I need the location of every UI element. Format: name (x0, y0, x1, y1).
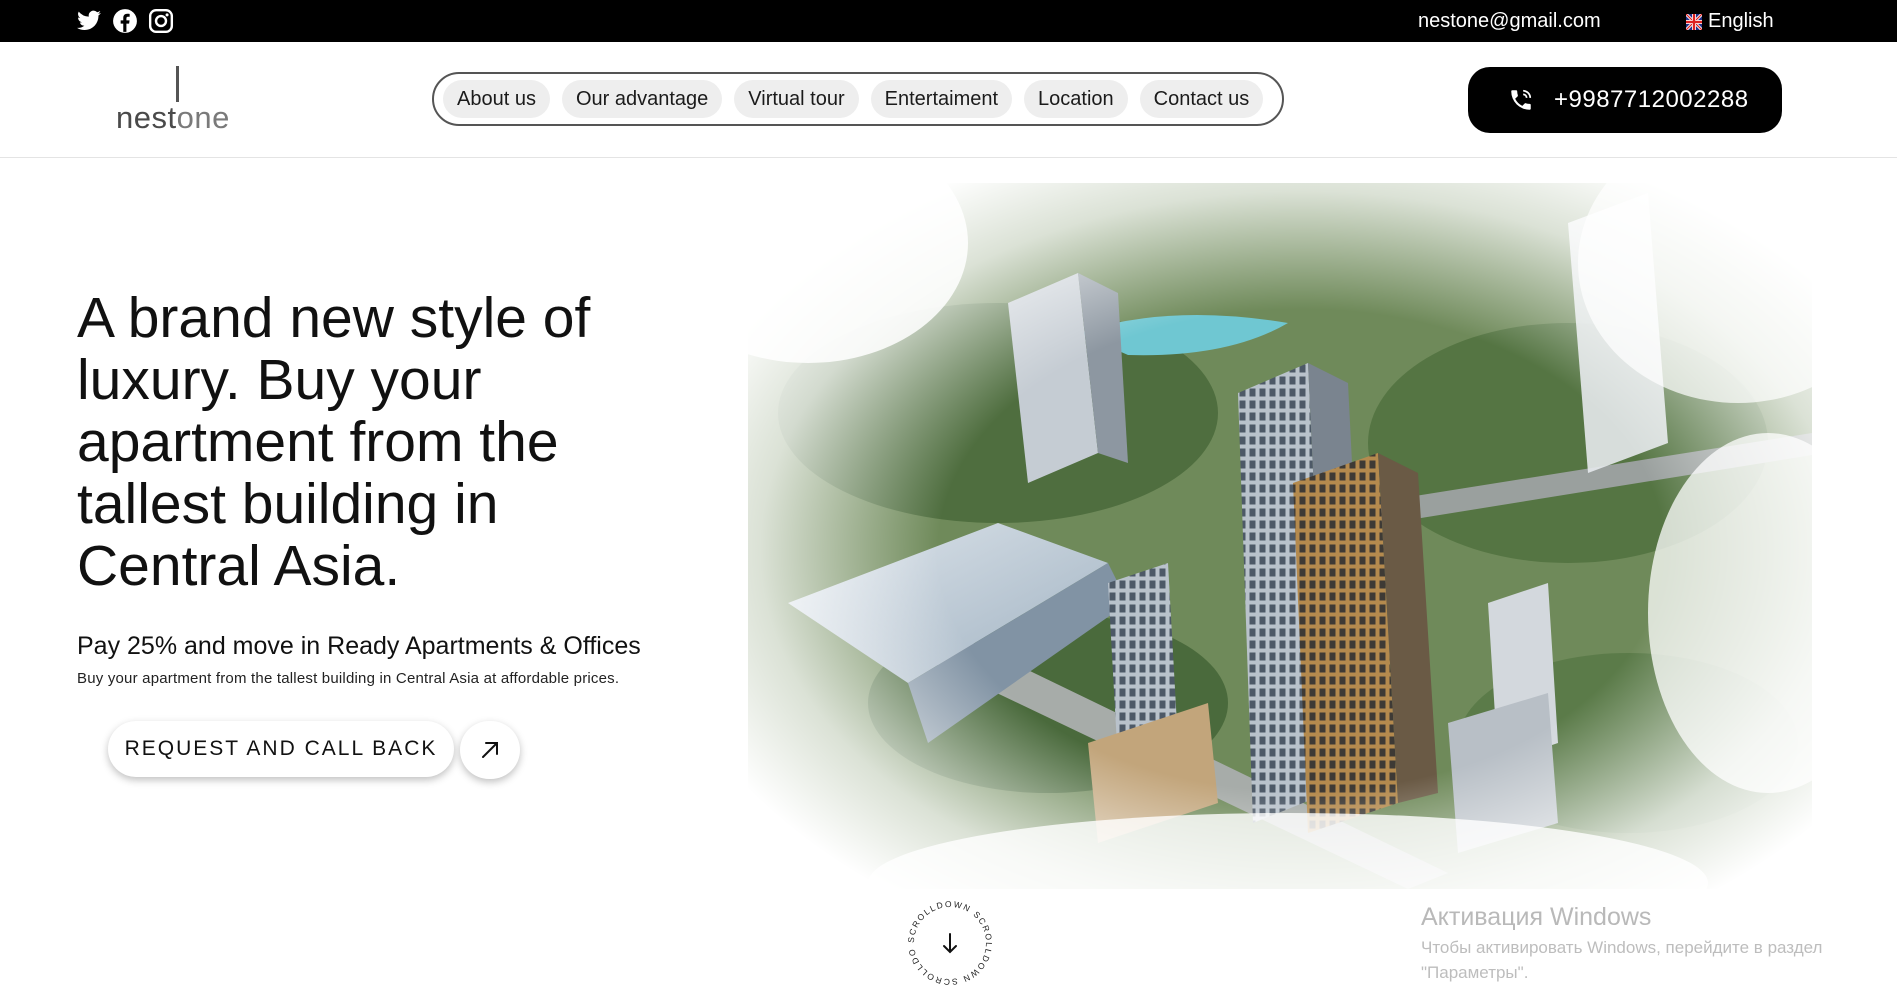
twitter-icon[interactable] (76, 8, 102, 34)
main-navigation: About us Our advantage Virtual tour Ente… (432, 72, 1284, 126)
cta-arrow-button[interactable] (460, 721, 520, 779)
scroll-down-text: SCROLLDOWN SCROLLDOWN SCROLLDOWN (900, 897, 994, 987)
site-header: nestone About us Our advantage Virtual t… (0, 42, 1897, 158)
phone-icon (1511, 89, 1532, 110)
phone-number: +9987712002288 (1554, 86, 1749, 113)
hero-description: Buy your apartment from the tallest buil… (77, 670, 620, 687)
instagram-icon[interactable] (148, 8, 174, 34)
nestone-logo[interactable]: nestone (114, 66, 254, 136)
language-label: English (1708, 10, 1774, 32)
arrow-up-right-icon (482, 742, 498, 758)
contact-email[interactable]: nestone@gmail.com (1418, 10, 1601, 33)
phone-call-button[interactable]: +9987712002288 (1468, 67, 1782, 133)
request-call-back-button[interactable]: REQUEST AND CALL BACK (108, 721, 454, 777)
hero-building-image (748, 183, 1812, 889)
top-bar: nestone@gmail.com English (0, 0, 1897, 42)
windows-activation-text: Чтобы активировать Windows, перейдите в … (1421, 938, 1823, 982)
arrow-down-icon (943, 933, 957, 954)
facebook-icon[interactable] (112, 8, 138, 34)
scroll-down-indicator[interactable]: SCROLLDOWN SCROLLDOWN SCROLLDOWN (900, 897, 1000, 989)
logo-wordmark: nestone (116, 100, 230, 135)
nav-contact-us[interactable]: Contact us (1139, 80, 1264, 118)
nav-entertainment[interactable]: Entertaiment (870, 80, 1013, 118)
language-selector[interactable]: English (1686, 10, 1774, 33)
uk-flag-icon (1686, 13, 1702, 30)
hero-title: A brand new style of luxury. Buy your ap… (77, 286, 591, 598)
nav-our-advantage[interactable]: Our advantage (561, 80, 723, 118)
hero-subtitle: Pay 25% and move in Ready Apartments & O… (77, 632, 641, 660)
nav-location[interactable]: Location (1024, 80, 1128, 118)
nav-virtual-tour[interactable]: Virtual tour (734, 80, 859, 118)
logo-mark (176, 66, 179, 102)
nav-about-us[interactable]: About us (443, 80, 550, 118)
social-links (76, 8, 174, 34)
windows-activation-title: Активация Windows (1421, 903, 1652, 931)
